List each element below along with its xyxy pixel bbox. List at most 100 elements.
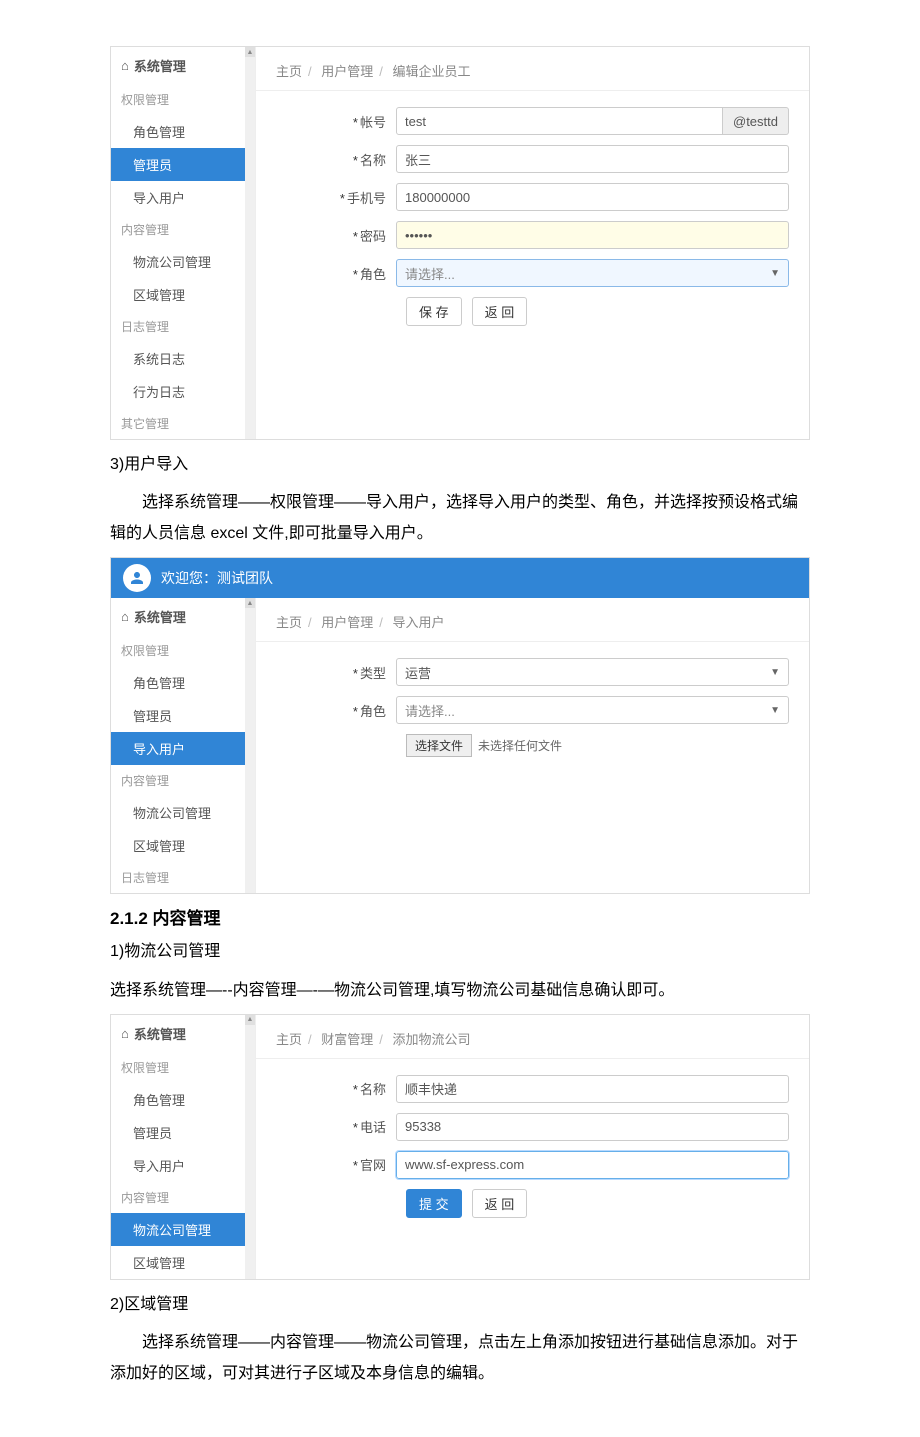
scroll-up-icon[interactable]: ▲: [245, 598, 255, 608]
type-label: *类型: [276, 663, 396, 682]
breadcrumb-user-mgmt[interactable]: 用户管理: [321, 64, 373, 79]
sidebar-item-import-user[interactable]: 导入用户: [111, 1149, 255, 1182]
sidebar-item-admin[interactable]: 管理员: [111, 1116, 255, 1149]
scroll-up-icon[interactable]: ▲: [245, 47, 255, 57]
name-label: *名称: [276, 150, 396, 169]
role-select-text: 请选择...: [405, 701, 455, 720]
edit-employee-frame: ▲ ⌂ 系统管理 权限管理 角色管理 管理员 导入用户 内容管理 物流公司管理 区…: [110, 46, 810, 440]
sidebar-item-import-user[interactable]: 导入用户: [111, 732, 255, 765]
account-label: *帐号: [276, 112, 396, 131]
breadcrumb-add-logistics: 添加物流公司: [393, 1032, 471, 1047]
sidebar-title-text: 系统管理: [134, 56, 186, 75]
mobile-input[interactable]: [396, 183, 789, 211]
sidebar-group-log: 日志管理: [111, 311, 255, 342]
sidebar: ▲ ⌂系统管理 权限管理 角色管理 管理员 导入用户 内容管理 物流公司管理 区…: [111, 598, 256, 893]
sidebar-item-logistics[interactable]: 物流公司管理: [111, 796, 255, 829]
heading-212: 2.1.2 内容管理: [110, 904, 810, 929]
sidebar-item-region[interactable]: 区域管理: [111, 829, 255, 862]
name-input[interactable]: [396, 1075, 789, 1103]
sidebar-group-log: 日志管理: [111, 862, 255, 893]
role-select[interactable]: 请选择... ▼: [396, 696, 789, 724]
home-icon: ⌂: [121, 1026, 129, 1041]
sidebar-title-text: 系统管理: [134, 607, 186, 626]
sidebar-item-role[interactable]: 角色管理: [111, 666, 255, 699]
text-logistics: 选择系统管理—--内容管理—-—物流公司管理,填写物流公司基础信息确认即可。: [110, 976, 810, 1006]
text-user-import: 选择系统管理——权限管理——导入用户，选择导入用户的类型、角色，并选择按预设格式…: [110, 488, 810, 549]
breadcrumb: 主页/ 用户管理/ 导入用户: [256, 598, 809, 642]
scrollbar[interactable]: ▲: [245, 598, 255, 893]
mobile-label: *手机号: [276, 188, 396, 207]
sidebar-item-logistics[interactable]: 物流公司管理: [111, 1213, 255, 1246]
avatar-icon: [123, 564, 151, 592]
breadcrumb-home[interactable]: 主页: [276, 64, 302, 79]
submit-button[interactable]: 提 交: [406, 1189, 462, 1218]
account-addon: @testtd: [723, 107, 789, 135]
breadcrumb: 主页/ 财富管理/ 添加物流公司: [256, 1015, 809, 1059]
choose-file-button[interactable]: 选择文件: [406, 734, 472, 757]
breadcrumb-home[interactable]: 主页: [276, 1032, 302, 1047]
breadcrumb-import: 导入用户: [393, 615, 445, 630]
sidebar-item-region[interactable]: 区域管理: [111, 278, 255, 311]
sidebar-item-admin[interactable]: 管理员: [111, 699, 255, 732]
scroll-up-icon[interactable]: ▲: [245, 1015, 255, 1025]
sidebar-item-admin[interactable]: 管理员: [111, 148, 255, 181]
sidebar: ▲ ⌂ 系统管理 权限管理 角色管理 管理员 导入用户 内容管理 物流公司管理 区…: [111, 47, 256, 439]
back-button[interactable]: 返 回: [472, 1189, 528, 1218]
sidebar-item-import-user[interactable]: 导入用户: [111, 181, 255, 214]
sidebar-group-permission: 权限管理: [111, 1052, 255, 1083]
breadcrumb: 主页/ 用户管理/ 编辑企业员工: [256, 47, 809, 91]
name-input[interactable]: [396, 145, 789, 173]
back-button[interactable]: 返 回: [472, 297, 528, 326]
sidebar-item-syslog[interactable]: 系统日志: [111, 342, 255, 375]
role-label: *角色: [276, 701, 396, 720]
password-label: *密码: [276, 226, 396, 245]
sidebar-title: ⌂ 系统管理: [111, 1015, 255, 1052]
sidebar-title: ⌂ 系统管理: [111, 47, 255, 84]
sidebar: ▲ ⌂ 系统管理 权限管理 角色管理 管理员 导入用户 内容管理 物流公司管理 区…: [111, 1015, 256, 1279]
breadcrumb-user-mgmt[interactable]: 用户管理: [321, 615, 373, 630]
home-icon: ⌂: [121, 58, 129, 73]
welcome-text: 欢迎您：测试团队: [161, 568, 273, 588]
chevron-down-icon: ▼: [770, 705, 780, 716]
breadcrumb-home[interactable]: 主页: [276, 615, 302, 630]
home-icon: ⌂: [121, 609, 129, 624]
chevron-down-icon: ▼: [770, 268, 780, 279]
save-button[interactable]: 保 存: [406, 297, 462, 326]
sidebar-group-other: 其它管理: [111, 408, 255, 439]
sidebar-group-content: 内容管理: [111, 1182, 255, 1213]
account-input[interactable]: [396, 107, 723, 135]
file-status-text: 未选择任何文件: [478, 737, 562, 754]
name-label: *名称: [276, 1079, 396, 1098]
site-label: *官网: [276, 1155, 396, 1174]
role-select-text: 请选择...: [405, 264, 455, 283]
scrollbar[interactable]: ▲: [245, 47, 255, 439]
sidebar-item-role[interactable]: 角色管理: [111, 115, 255, 148]
add-logistics-frame: ▲ ⌂ 系统管理 权限管理 角色管理 管理员 导入用户 内容管理 物流公司管理 区…: [110, 1014, 810, 1280]
sidebar-group-permission: 权限管理: [111, 84, 255, 115]
import-user-frame: 欢迎您：测试团队 ▲ ⌂系统管理 权限管理 角色管理 管理员 导入用户 内容管理…: [110, 557, 810, 894]
type-select-text: 运营: [405, 663, 431, 682]
sidebar-title: ⌂ 系统管理: [111, 598, 255, 635]
sidebar-group-permission: 权限管理: [111, 635, 255, 666]
sidebar-item-role[interactable]: 角色管理: [111, 1083, 255, 1116]
sidebar-item-actlog[interactable]: 行为日志: [111, 375, 255, 408]
role-select[interactable]: 请选择... ▼: [396, 259, 789, 287]
sidebar-group-content: 内容管理: [111, 214, 255, 245]
breadcrumb-edit-emp: 编辑企业员工: [393, 64, 471, 79]
phone-label: *电话: [276, 1117, 396, 1136]
breadcrumb-wealth[interactable]: 财富管理: [321, 1032, 373, 1047]
phone-input[interactable]: [396, 1113, 789, 1141]
text-region-heading: 2)区域管理: [110, 1290, 810, 1320]
scrollbar[interactable]: ▲: [245, 1015, 255, 1279]
sidebar-item-logistics[interactable]: 物流公司管理: [111, 245, 255, 278]
password-input[interactable]: [396, 221, 789, 249]
site-input[interactable]: [396, 1151, 789, 1179]
text-region: 选择系统管理——内容管理——物流公司管理，点击左上角添加按钮进行基础信息添加。对…: [110, 1328, 810, 1389]
chevron-down-icon: ▼: [770, 667, 780, 678]
text-logistics-heading: 1)物流公司管理: [110, 937, 810, 967]
text-user-import-heading: 3)用户导入: [110, 450, 810, 480]
sidebar-title-text: 系统管理: [134, 1024, 186, 1043]
role-label: *角色: [276, 264, 396, 283]
sidebar-item-region[interactable]: 区域管理: [111, 1246, 255, 1279]
type-select[interactable]: 运营 ▼: [396, 658, 789, 686]
